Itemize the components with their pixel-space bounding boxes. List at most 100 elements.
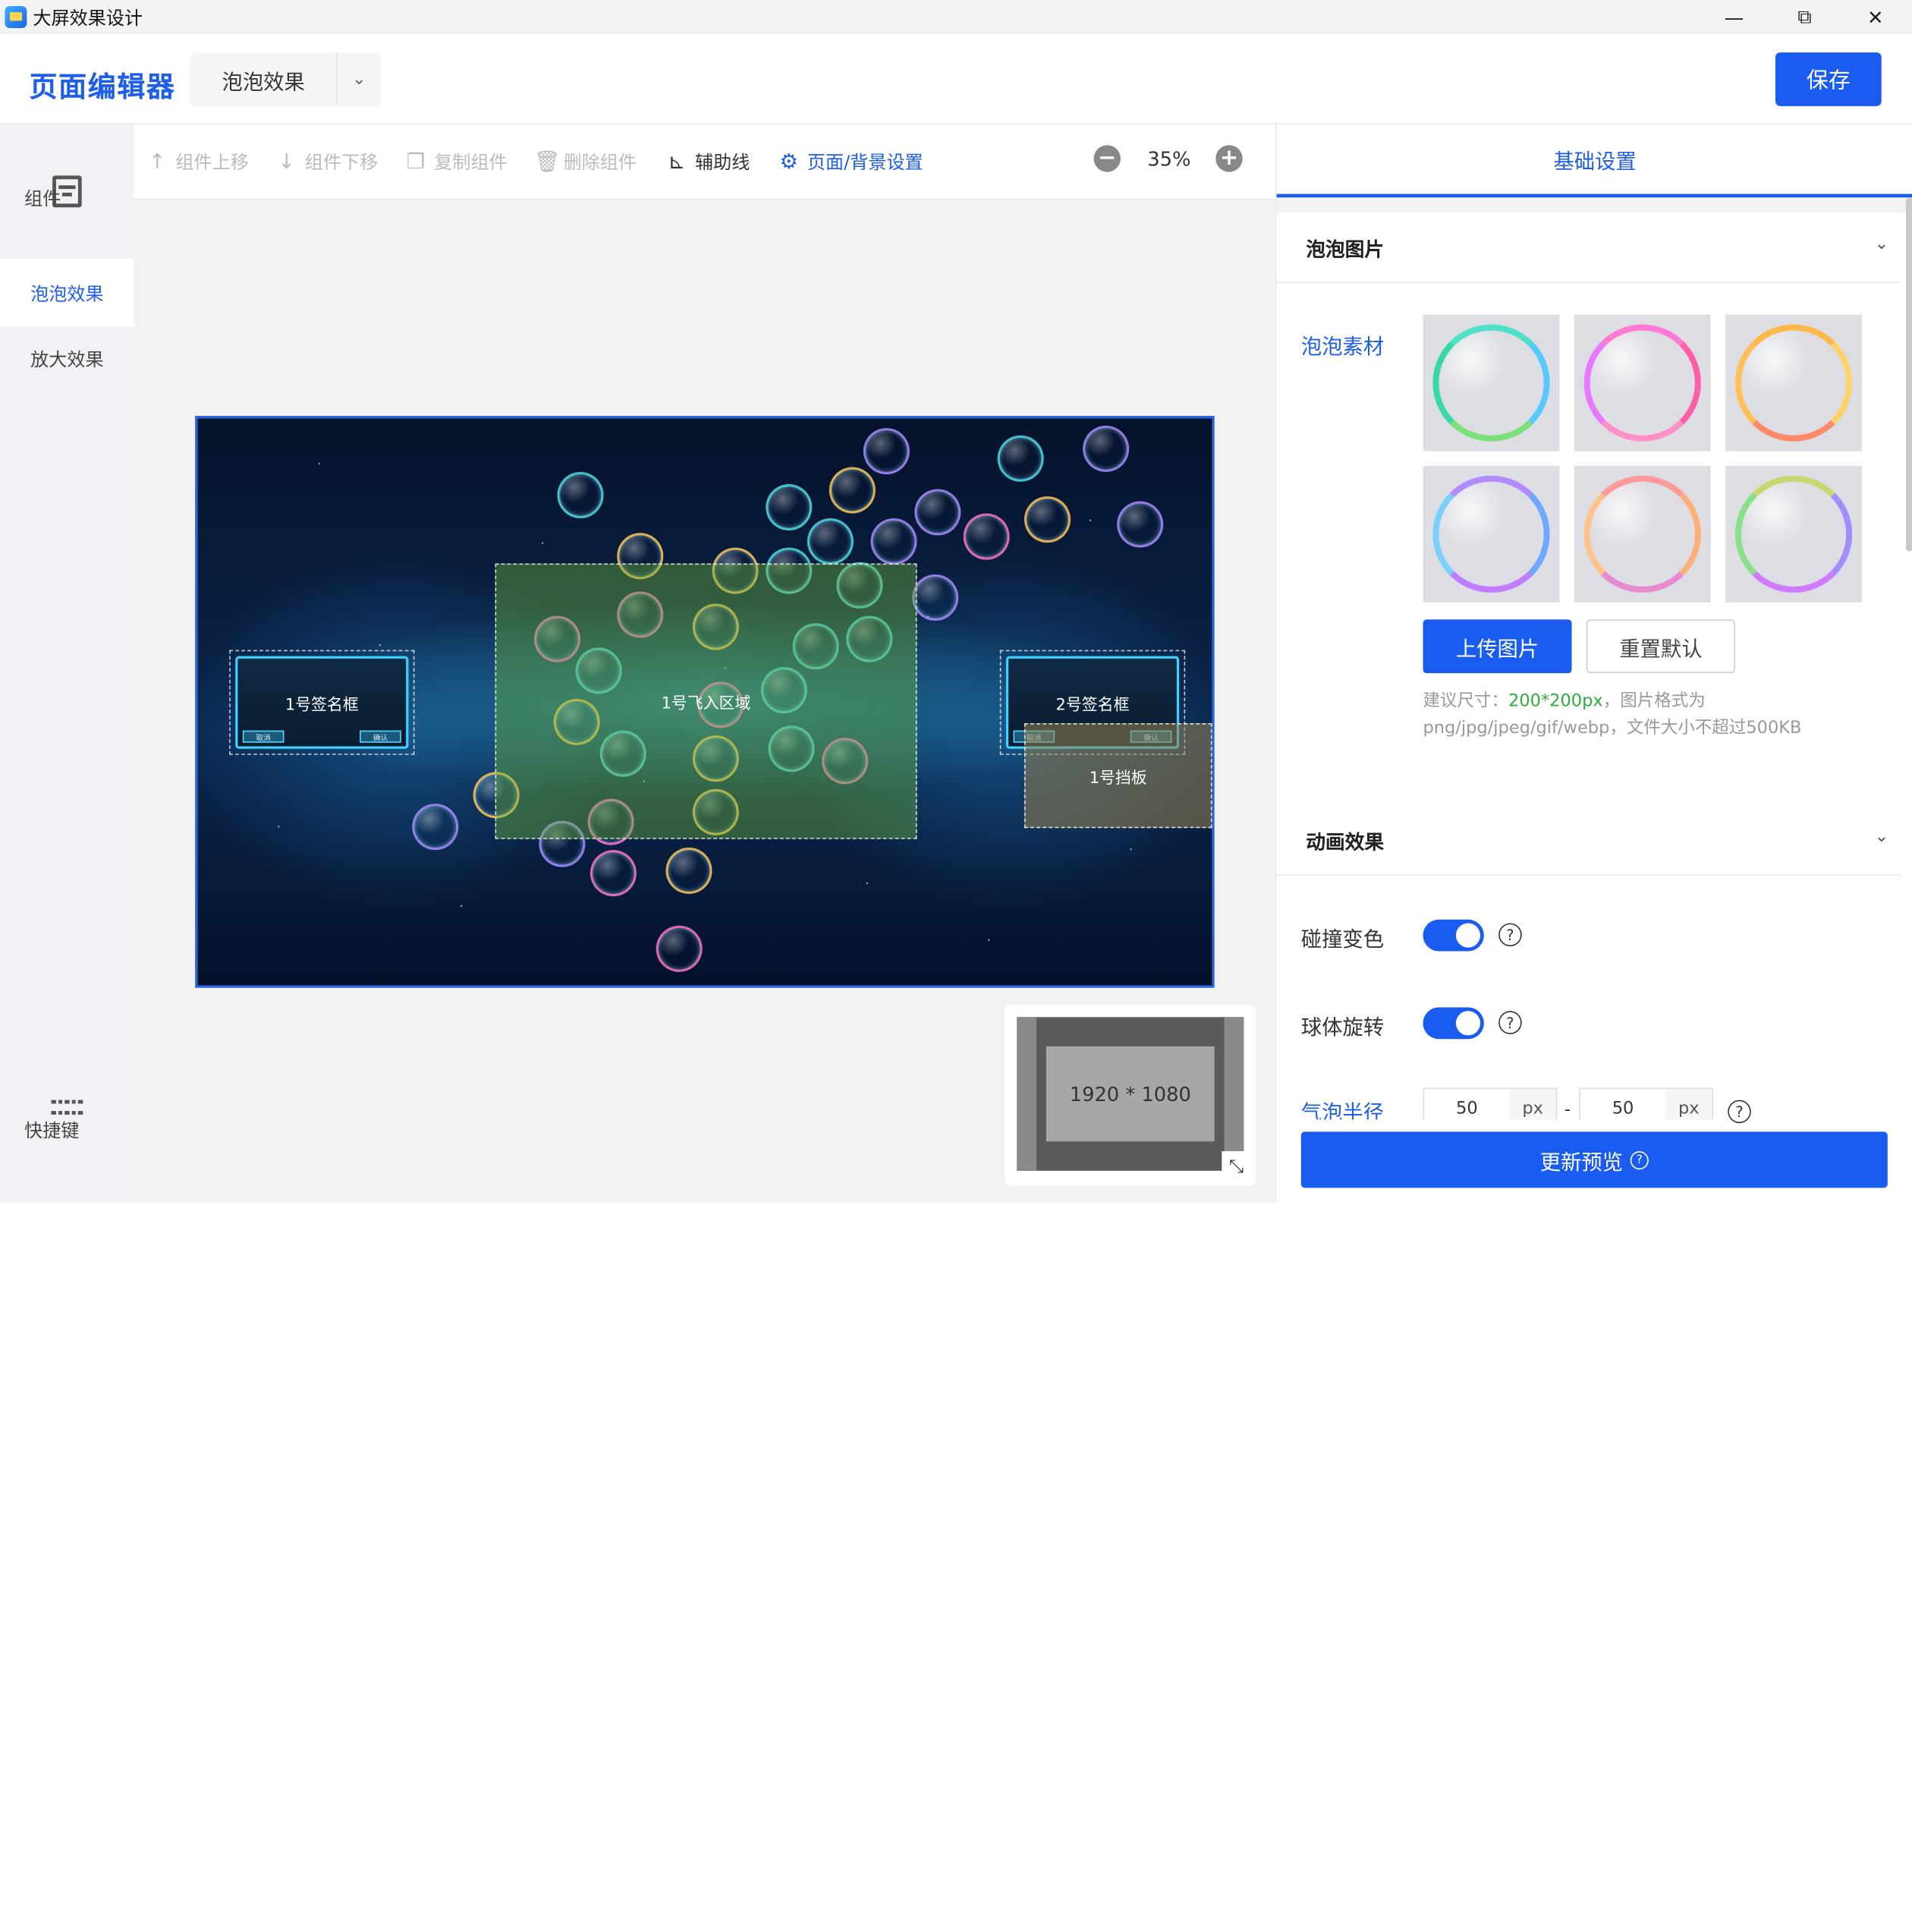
minimap-side xyxy=(1224,1017,1244,1171)
minimize-button[interactable]: — xyxy=(1700,0,1768,34)
sidebar-item-zoom-effect[interactable]: 放大效果 xyxy=(0,324,134,392)
mini-confirm-button: 确认 xyxy=(360,730,401,743)
upload-hint: 建议尺寸：200*200px，图片格式为png/jpg/jpeg/gif/web… xyxy=(1423,691,1802,738)
arrow-down-icon: ↓ xyxy=(278,149,296,175)
ball-rotate-label: 球体旋转 xyxy=(1300,1015,1385,1040)
minimap[interactable]: 1920 * 1080 ⤡ xyxy=(1005,1005,1256,1186)
window-title: 大屏效果设计 xyxy=(33,6,143,29)
bubble-material-option-1[interactable] xyxy=(1423,314,1560,452)
minimap-frame: 1920 * 1080 xyxy=(1017,1017,1244,1171)
sidebar-item-bubble-effect[interactable]: 泡泡效果 xyxy=(0,258,134,327)
move-up-button[interactable]: ↑ 组件上移 xyxy=(146,149,249,175)
bubble xyxy=(997,435,1044,482)
unit-suffix: px xyxy=(1509,1089,1556,1120)
radius-min-value: 50 xyxy=(1456,1098,1478,1119)
sign-box-2-label: 2号签名框 xyxy=(1055,695,1130,714)
radius-min-input[interactable]: 50 px xyxy=(1423,1087,1558,1120)
zoom-out-button[interactable]: − xyxy=(1093,145,1121,172)
bubble-material-option-4[interactable] xyxy=(1423,465,1560,603)
baffle-1-label: 1号挡板 xyxy=(1089,769,1147,788)
maximize-button[interactable]: ⧉ xyxy=(1771,0,1839,34)
preview-stage[interactable]: 1号飞入区域 1号签名框 取消 确认 2号签名框 取消 确认 1号挡板 xyxy=(195,416,1215,988)
help-icon[interactable]: ? xyxy=(1498,923,1522,947)
page-selector-value: 泡泡效果 xyxy=(222,70,305,95)
app-header: 页面编辑器 泡泡效果 ⌄ 保存 xyxy=(0,33,1912,124)
update-preview-label: 更新预览 xyxy=(1539,1150,1624,1175)
shortcuts-nav[interactable]: 快捷键 xyxy=(0,1100,134,1185)
fly-in-zone-label: 1号飞入区域 xyxy=(661,694,751,713)
copy-component-button[interactable]: ❐ 复制组件 xyxy=(405,149,508,175)
ruler-icon: ⊾ xyxy=(668,149,686,175)
components-nav[interactable]: 组件 xyxy=(0,124,134,259)
tab-basic-settings[interactable]: 基础设置 xyxy=(1276,124,1912,198)
collision-color-toggle[interactable] xyxy=(1423,919,1484,952)
bubble-material-option-6[interactable] xyxy=(1725,465,1863,603)
mini-cancel-button: 取消 xyxy=(242,730,285,743)
collision-color-label: 碰撞变色 xyxy=(1300,928,1385,953)
bubble-material-option-5[interactable] xyxy=(1574,465,1711,603)
section-animation[interactable]: 动画效果 ⌄ xyxy=(1276,805,1901,876)
panel-gap xyxy=(1276,197,1912,212)
page-selector[interactable]: 泡泡效果 ⌄ xyxy=(190,52,381,106)
copy-icon: ❐ xyxy=(406,149,426,175)
bubble-radius-label: 气泡半径 xyxy=(1300,1101,1385,1120)
bubble xyxy=(1083,425,1130,472)
bubble-material-option-3[interactable] xyxy=(1725,314,1863,452)
bubble-material-option-2[interactable] xyxy=(1574,314,1711,452)
section-bubble-image[interactable]: 泡泡图片 ⌄ xyxy=(1276,212,1901,283)
radius-max-value: 50 xyxy=(1612,1098,1634,1119)
bubble xyxy=(914,489,961,536)
canvas-area: 1号飞入区域 1号签名框 取消 确认 2号签名框 取消 确认 1号挡板 xyxy=(134,200,1276,1203)
help-icon: ? xyxy=(1630,1150,1649,1169)
arrow-up-icon: ↑ xyxy=(148,149,166,175)
trash-icon: 🗑 xyxy=(533,149,561,175)
reset-default-button[interactable]: 重置默认 xyxy=(1586,619,1735,674)
bubble xyxy=(557,471,604,519)
baffle-1[interactable]: 1号挡板 xyxy=(1024,723,1212,829)
bubble xyxy=(766,484,813,531)
bubble xyxy=(870,518,917,565)
update-preview-button[interactable]: 更新预览 ? xyxy=(1300,1131,1888,1188)
shortcuts-label: 快捷键 xyxy=(24,1119,80,1142)
section-bubble-image-title: 泡泡图片 xyxy=(1306,237,1385,261)
close-button[interactable]: ✕ xyxy=(1841,0,1910,34)
bubble xyxy=(665,847,712,895)
expand-icon[interactable]: ⤡ xyxy=(1222,1151,1251,1181)
sign-box-1-label: 1号签名框 xyxy=(285,695,359,714)
editor-toolbar: ↑ 组件上移 ↓ 组件下移 ❐ 复制组件 🗑 删除组件 ⊾ 辅助线 ⚙ 页面/背景设置 − … xyxy=(134,124,1276,200)
chevron-down-icon[interactable]: ⌄ xyxy=(338,70,380,90)
bubble xyxy=(829,467,876,514)
guides-button[interactable]: ⊾ 辅助线 xyxy=(665,149,750,175)
chevron-down-icon[interactable]: ⌄ xyxy=(1875,827,1889,847)
brand-title: 页面编辑器 xyxy=(29,71,176,104)
move-down-button[interactable]: ↓ 组件下移 xyxy=(275,149,378,175)
gear-icon: ⚙ xyxy=(779,149,799,175)
help-icon[interactable]: ? xyxy=(1728,1100,1751,1124)
zoom-in-button[interactable]: + xyxy=(1215,145,1243,172)
radius-max-input[interactable]: 50 px xyxy=(1579,1087,1713,1120)
settings-panel: 基础设置 泡泡图片 ⌄ 泡泡素材 上传图片 重置默认 建议尺寸：200*200p… xyxy=(1275,124,1912,1203)
minimap-side xyxy=(1017,1017,1037,1171)
zoom-level: 35% xyxy=(1147,147,1191,171)
bubble xyxy=(656,925,703,972)
panel-scrollbar[interactable] xyxy=(1905,197,1912,552)
components-label: 组件 xyxy=(24,187,61,209)
bubble xyxy=(863,428,910,475)
section-animation-title: 动画效果 xyxy=(1306,829,1385,854)
range-dash: - xyxy=(1564,1100,1571,1120)
ball-rotate-toggle[interactable] xyxy=(1423,1007,1484,1040)
left-sidebar: 组件 泡泡效果 放大效果 快捷键 xyxy=(0,124,134,1203)
page-background-settings-button[interactable]: ⚙ 页面/背景设置 xyxy=(778,149,923,175)
upload-image-button[interactable]: 上传图片 xyxy=(1423,619,1572,674)
chevron-down-icon[interactable]: ⌄ xyxy=(1875,234,1889,254)
bubble xyxy=(963,513,1010,560)
help-icon[interactable]: ? xyxy=(1498,1011,1522,1034)
bubble xyxy=(1024,496,1071,543)
delete-component-button[interactable]: 🗑 删除组件 xyxy=(534,149,637,175)
sign-box-1[interactable]: 1号签名框 取消 确认 xyxy=(229,650,415,755)
unit-suffix: px xyxy=(1665,1089,1712,1120)
bubble xyxy=(912,574,959,621)
app-icon xyxy=(5,6,27,28)
save-button[interactable]: 保存 xyxy=(1775,52,1882,106)
fly-in-zone[interactable]: 1号飞入区域 xyxy=(495,563,917,839)
